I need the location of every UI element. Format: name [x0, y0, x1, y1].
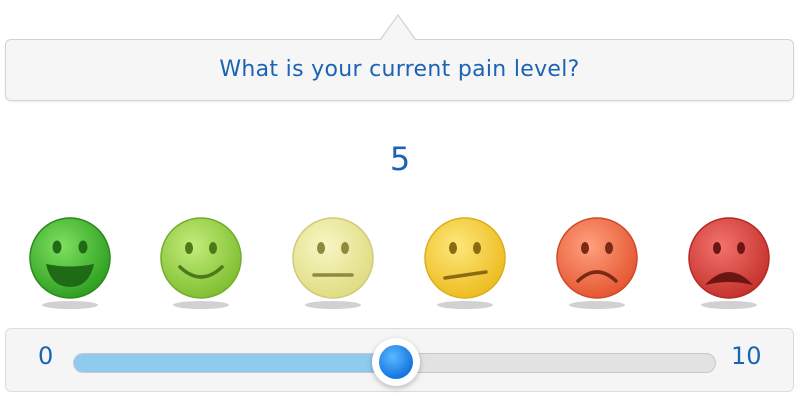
slider-max-label: 10: [731, 342, 762, 370]
sad-face-icon[interactable]: [556, 217, 638, 309]
slightly-unhappy-face-icon[interactable]: [424, 217, 506, 309]
pain-value: 5: [389, 140, 411, 178]
slider-min-label: 0: [38, 342, 54, 370]
pain-slider-thumb[interactable]: [371, 338, 420, 386]
callout-notch-fill: [381, 16, 415, 40]
very-happy-face-icon[interactable]: [29, 217, 111, 309]
question-text: What is your current pain level?: [219, 57, 580, 82]
question-callout: What is your current pain level?: [5, 39, 794, 101]
happy-face-icon[interactable]: [160, 217, 242, 309]
slider-thumb-knob: [378, 345, 413, 379]
neutral-face-icon[interactable]: [292, 217, 374, 309]
very-sad-face-icon[interactable]: [688, 217, 770, 309]
pain-slider-fill: [74, 354, 408, 372]
